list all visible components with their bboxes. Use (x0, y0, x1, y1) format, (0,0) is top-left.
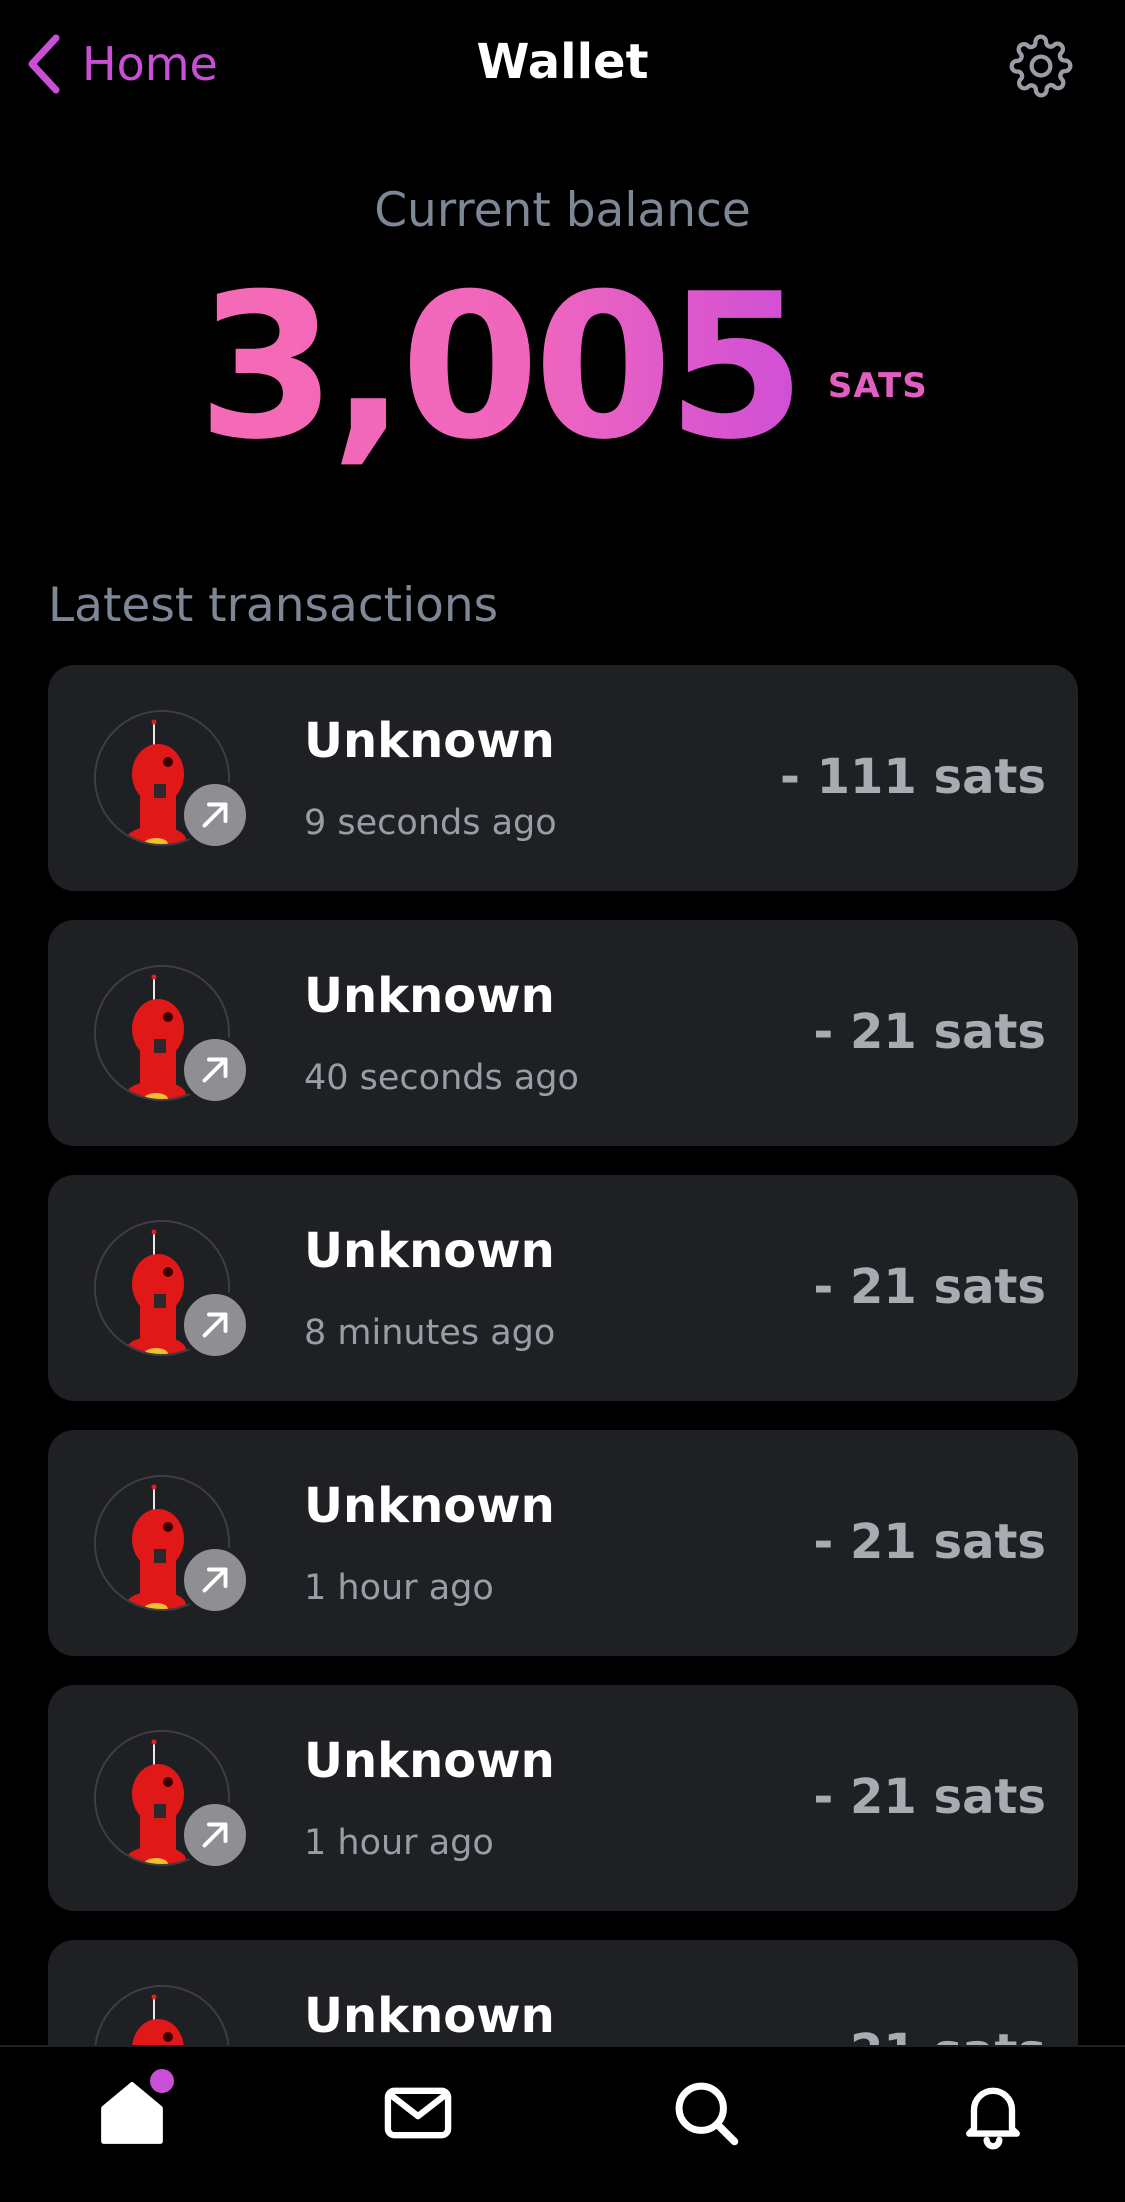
arrow-up-right-icon (202, 1822, 228, 1848)
nav-header: Home Wallet (0, 0, 1125, 130)
balance-label: Current balance (374, 183, 751, 238)
balance-unit: SATS (827, 366, 928, 406)
tab-search[interactable] (668, 2075, 744, 2151)
transaction-name: Unknown (304, 1223, 555, 1279)
transactions-section-label: Latest transactions (48, 578, 499, 633)
transaction-amount: - 21 sats (813, 1259, 1046, 1315)
transaction-item[interactable]: Unknown 8 minutes ago - 21 sats (48, 1175, 1078, 1401)
arrow-up-right-icon (202, 802, 228, 828)
gear-icon[interactable] (1009, 34, 1073, 98)
arrow-up-right-icon (202, 1312, 228, 1338)
transaction-time: 1 hour ago (304, 1823, 494, 1863)
transaction-time: 1 hour ago (304, 1568, 494, 1608)
transaction-item[interactable]: Unknown 1 hour ago - 21 sats (48, 1685, 1078, 1911)
balance-amount: 3,005 (197, 251, 806, 484)
tab-messages[interactable] (380, 2075, 456, 2151)
transaction-amount: - 21 sats (813, 1004, 1046, 1060)
transaction-item[interactable]: Unknown 1 hour ago - 21 sats (48, 1430, 1078, 1656)
transaction-name: Unknown (304, 713, 555, 769)
balance-display: 3,005 SATS (0, 268, 1125, 508)
tx-direction-badge (180, 1290, 250, 1360)
transaction-time: 9 seconds ago (304, 803, 557, 843)
bottom-tab-bar (0, 2045, 1125, 2202)
transaction-amount: - 111 sats (779, 749, 1046, 805)
notification-dot (150, 2069, 174, 2093)
transaction-amount: - 21 sats (813, 2024, 1046, 2045)
arrow-up-right-icon (202, 1567, 228, 1593)
tx-direction-badge (180, 780, 250, 850)
transaction-amount: - 21 sats (813, 1514, 1046, 1570)
avatar (94, 1985, 230, 2045)
tab-notifications[interactable] (955, 2075, 1031, 2151)
arrow-up-right-icon (202, 1057, 228, 1083)
mail-icon (384, 2087, 452, 2139)
tab-home[interactable] (94, 2069, 174, 2151)
transaction-name: Unknown (304, 968, 555, 1024)
tx-direction-badge (180, 1545, 250, 1615)
page-title: Wallet (476, 34, 649, 90)
transaction-item[interactable]: Unknown 9 seconds ago - 111 sats (48, 665, 1078, 891)
transaction-time: 40 seconds ago (304, 1058, 579, 1098)
tx-direction-badge (180, 1035, 250, 1105)
transaction-time: 8 minutes ago (304, 1313, 556, 1353)
transaction-item[interactable]: Unknown - 21 sats (48, 1940, 1078, 2045)
transaction-name: Unknown (304, 1988, 555, 2044)
bell-icon (966, 2087, 1020, 2150)
transaction-amount: - 21 sats (813, 1769, 1046, 1825)
tx-direction-badge (180, 1800, 250, 1870)
transaction-name: Unknown (304, 1733, 555, 1789)
transaction-item[interactable]: Unknown 40 seconds ago - 21 sats (48, 920, 1078, 1146)
transaction-name: Unknown (304, 1478, 555, 1534)
transaction-list: Unknown 9 seconds ago - 111 sats Unknown… (48, 665, 1078, 2045)
search-icon (675, 2082, 739, 2146)
